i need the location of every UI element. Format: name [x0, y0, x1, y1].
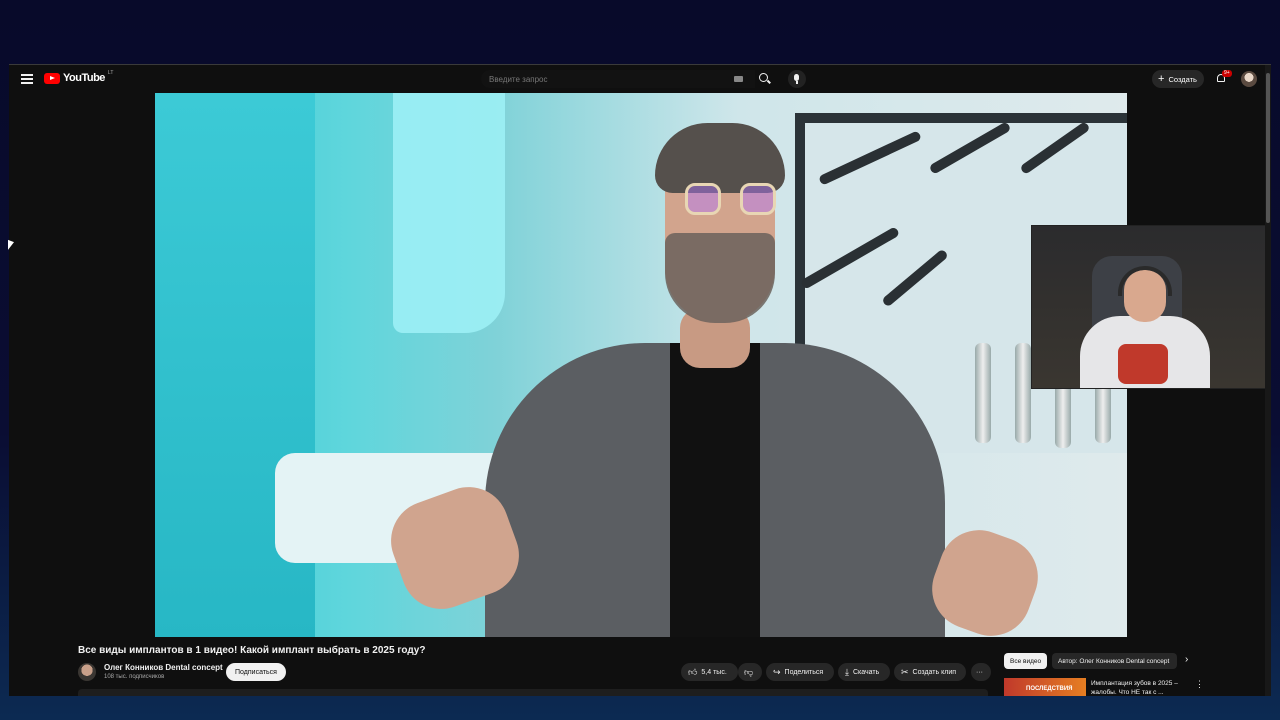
recommended-thumbnail[interactable]: ПОСЛЕДСТВИЯ — [1004, 678, 1086, 696]
subscribe-button[interactable]: Подписаться — [226, 663, 286, 681]
share-label: Поделиться — [784, 668, 824, 676]
search-input[interactable]: Введите запрос — [481, 70, 755, 88]
notification-badge: 9+ — [1222, 70, 1232, 77]
thumbs-down-icon: 👎︎ — [744, 666, 754, 677]
subscriber-count: 108 тыс. подписчиков — [104, 674, 165, 680]
plus-icon: + — [1158, 72, 1165, 85]
share-icon: ↪ — [773, 666, 781, 677]
keyboard-icon[interactable] — [734, 76, 743, 82]
clip-label: Создать клип — [912, 668, 957, 676]
youtube-logo[interactable]: YouTube LT — [44, 70, 114, 84]
glasses-icon — [685, 183, 721, 215]
like-count: 5,4 тыс. — [701, 668, 727, 676]
create-button[interactable]: + Создать — [1152, 70, 1204, 88]
account-avatar[interactable] — [1241, 71, 1257, 87]
webcam-overlay — [1031, 225, 1271, 389]
mouse-cursor-icon — [8, 239, 14, 253]
thumbs-up-icon: 👍︎ — [688, 666, 698, 677]
clip-button[interactable]: ✂ Создать клип — [894, 663, 966, 681]
menu-icon[interactable] — [21, 74, 33, 84]
more-icon: ··· — [976, 668, 983, 676]
create-label: Создать — [1168, 74, 1197, 84]
like-button[interactable]: 👍︎ 5,4 тыс. — [681, 663, 738, 681]
page-scrollbar[interactable] — [1265, 65, 1271, 696]
browser-window: YouTube LT Введите запрос + Создать 9+ В… — [9, 64, 1271, 696]
dislike-button[interactable]: 👎︎ — [738, 663, 762, 681]
share-button[interactable]: ↪ Поделиться — [766, 663, 834, 681]
description-box[interactable] — [78, 689, 988, 696]
mic-icon[interactable] — [788, 70, 806, 88]
channel-name[interactable]: Олег Конников Dental concept — [104, 663, 223, 672]
download-button[interactable]: ⤓ Скачать — [838, 663, 890, 681]
more-actions-button[interactable]: ··· — [971, 663, 991, 681]
scissors-icon: ✂ — [901, 666, 909, 677]
video-title: Все виды имплантов в 1 видео! Какой импл… — [78, 645, 426, 656]
chip-all-videos[interactable]: Все видео — [1004, 653, 1048, 669]
kebab-menu-icon[interactable]: ⋮ — [1195, 679, 1204, 690]
thumbnail-text: ПОСЛЕДСТВИЯ — [1026, 686, 1073, 692]
channel-avatar[interactable] — [78, 663, 96, 681]
recommended-title[interactable]: Имплантация зубов в 2025 – жалобы. Что Н… — [1091, 679, 1197, 696]
search-button[interactable] — [755, 70, 775, 88]
youtube-play-icon — [44, 72, 60, 84]
logo-country: LT — [107, 70, 114, 76]
chip-author[interactable]: Автор: Олег Конников Dental concept — [1052, 653, 1177, 669]
youtube-header: YouTube LT Введите запрос + Создать 9+ — [9, 65, 1271, 93]
download-icon: ⤓ — [845, 666, 849, 677]
chevron-right-icon[interactable]: › — [1185, 654, 1188, 665]
video-player[interactable] — [155, 93, 1127, 637]
download-label: Скачать — [852, 668, 880, 676]
bell-icon[interactable]: 9+ — [1216, 70, 1232, 84]
logo-text: YouTube — [63, 72, 105, 84]
